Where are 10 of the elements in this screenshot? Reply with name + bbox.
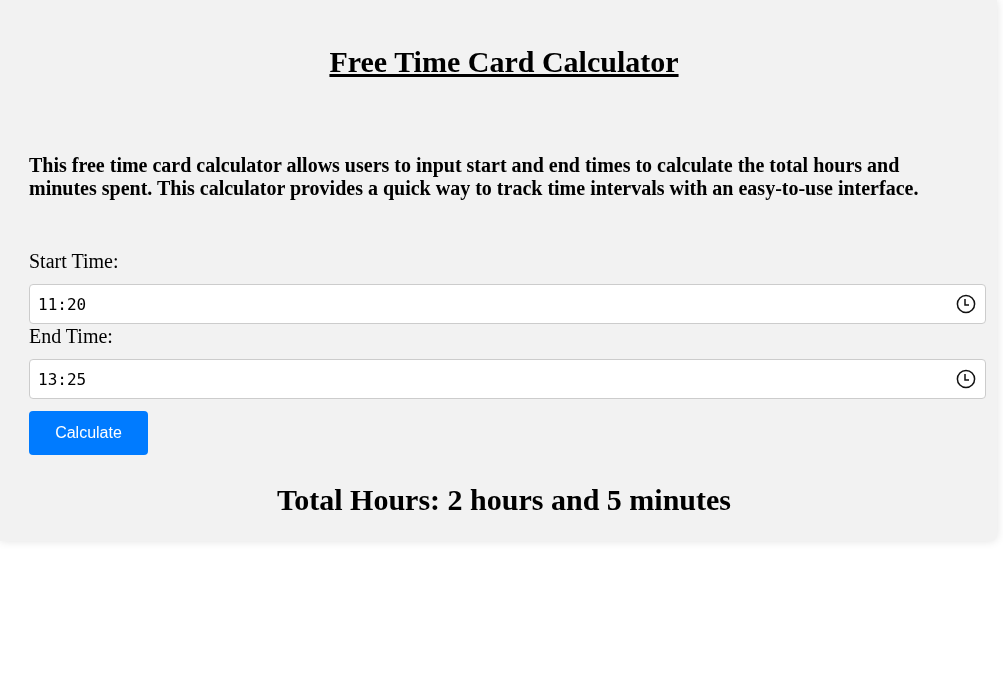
result-text: Total Hours: 2 hours and 5 minutes: [276, 482, 732, 518]
time-input[interactable]: 13:25: [29, 359, 986, 399]
page-title: Free Time Card Calculator: [328, 44, 680, 80]
description-text: This free time card calculator allows users to input start and end times to calculate the total hours and minutes spent. This calculator provides a quick way to track time intervals with an easy-to-use interface.: [29, 154, 920, 200]
calculate-button[interactable]: Calculate: [29, 411, 148, 455]
field-label: Start Time:: [29, 250, 120, 272]
clock-icon[interactable]: [956, 369, 976, 389]
clock-icon[interactable]: [956, 294, 976, 314]
field-label: End Time:: [29, 325, 114, 347]
time-input[interactable]: 11:20: [29, 284, 986, 324]
